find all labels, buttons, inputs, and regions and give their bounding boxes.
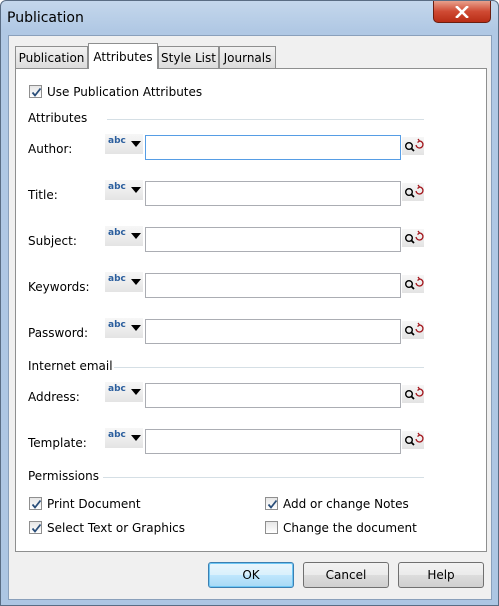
- keywords-label: Keywords:: [28, 280, 90, 294]
- lookup-icon: [405, 138, 424, 152]
- tab-label: Attributes: [93, 49, 153, 64]
- template-lookup-button[interactable]: [402, 431, 424, 449]
- text-type-icon: abc: [108, 320, 126, 330]
- template-type-dropdown[interactable]: abc: [105, 428, 143, 448]
- template-field[interactable]: [145, 429, 401, 454]
- lookup-icon: [405, 230, 424, 244]
- tab-label: Journals: [223, 50, 272, 65]
- text-type-icon: abc: [108, 228, 126, 238]
- title-label: Title:: [28, 188, 58, 202]
- checkmark-icon: [31, 499, 42, 509]
- tab-label: Publication: [18, 50, 85, 65]
- author-label: Author:: [28, 142, 73, 156]
- checkmark-icon: [31, 523, 42, 533]
- email-divider: [114, 367, 424, 368]
- lookup-icon: [405, 276, 424, 290]
- close-icon: [455, 5, 469, 18]
- password-lookup-button[interactable]: [402, 321, 424, 339]
- tab-attributes[interactable]: Attributes: [88, 43, 158, 69]
- address-type-dropdown[interactable]: abc: [105, 382, 143, 402]
- dropdown-arrow-icon: [131, 141, 141, 147]
- select-text-checkbox[interactable]: [29, 521, 42, 534]
- keywords-type-dropdown[interactable]: abc: [105, 272, 143, 292]
- select-text-label: Select Text or Graphics: [47, 521, 185, 535]
- lookup-icon: [405, 386, 424, 400]
- window-title: Publication: [7, 10, 84, 26]
- checkmark-icon: [31, 87, 42, 97]
- subject-label: Subject:: [28, 234, 77, 248]
- subject-field[interactable]: [145, 227, 401, 252]
- lookup-icon: [405, 184, 424, 198]
- change-document-checkbox[interactable]: [265, 521, 278, 534]
- keywords-lookup-button[interactable]: [402, 275, 424, 293]
- dropdown-arrow-icon: [131, 187, 141, 193]
- text-type-icon: abc: [108, 274, 126, 284]
- password-label: Password:: [28, 326, 89, 340]
- tab-journals[interactable]: Journals: [219, 46, 276, 68]
- tab-label: Style List: [161, 50, 216, 65]
- email-group-title: Internet email: [28, 359, 113, 373]
- tab-publication[interactable]: Publication: [15, 46, 88, 68]
- cancel-button[interactable]: Cancel: [303, 562, 389, 588]
- text-type-icon: abc: [108, 384, 126, 394]
- add-notes-checkbox[interactable]: [265, 497, 278, 510]
- checkmark-icon: [267, 499, 278, 509]
- add-notes-label: Add or change Notes: [283, 497, 409, 511]
- attributes-divider: [107, 119, 424, 120]
- use-attributes-label: Use Publication Attributes: [47, 85, 203, 99]
- dropdown-arrow-icon: [131, 325, 141, 331]
- attributes-panel: Use Publication Attributes Attributes Au…: [15, 68, 487, 552]
- permissions-group-title: Permissions: [28, 469, 99, 483]
- title-bar[interactable]: Publication: [1, 1, 498, 35]
- attributes-group-title: Attributes: [28, 111, 88, 125]
- subject-lookup-button[interactable]: [402, 229, 424, 247]
- change-document-label: Change the document: [283, 521, 417, 535]
- dropdown-arrow-icon: [131, 279, 141, 285]
- password-type-dropdown[interactable]: abc: [105, 318, 143, 338]
- lookup-icon: [405, 432, 424, 446]
- text-type-icon: abc: [108, 182, 126, 192]
- use-attributes-checkbox[interactable]: [29, 85, 42, 98]
- text-type-icon: abc: [108, 430, 126, 440]
- template-label: Template:: [28, 436, 87, 450]
- author-type-dropdown[interactable]: abc: [105, 134, 143, 154]
- help-button[interactable]: Help: [398, 562, 484, 588]
- title-field[interactable]: [145, 181, 401, 206]
- tab-style-list[interactable]: Style List: [158, 46, 219, 68]
- print-document-checkbox[interactable]: [29, 497, 42, 510]
- address-label: Address:: [28, 390, 80, 404]
- lookup-icon: [405, 322, 424, 336]
- dialog-window: Publication Publication Attributes Style…: [0, 0, 499, 606]
- dropdown-arrow-icon: [131, 435, 141, 441]
- dropdown-arrow-icon: [131, 233, 141, 239]
- title-lookup-button[interactable]: [402, 183, 424, 201]
- ok-button[interactable]: OK: [208, 562, 294, 588]
- password-field[interactable]: [145, 319, 401, 344]
- text-type-icon: abc: [108, 136, 126, 146]
- author-lookup-button[interactable]: [402, 137, 424, 155]
- address-field[interactable]: [145, 383, 401, 408]
- print-document-label: Print Document: [47, 497, 141, 511]
- address-lookup-button[interactable]: [402, 385, 424, 403]
- close-button[interactable]: [433, 1, 491, 23]
- subject-type-dropdown[interactable]: abc: [105, 226, 143, 246]
- author-field[interactable]: [145, 135, 401, 160]
- permissions-divider: [103, 477, 424, 478]
- keywords-field[interactable]: [145, 273, 401, 298]
- title-type-dropdown[interactable]: abc: [105, 180, 143, 200]
- dropdown-arrow-icon: [131, 389, 141, 395]
- dialog-client: Publication Attributes Style List Journa…: [8, 35, 492, 600]
